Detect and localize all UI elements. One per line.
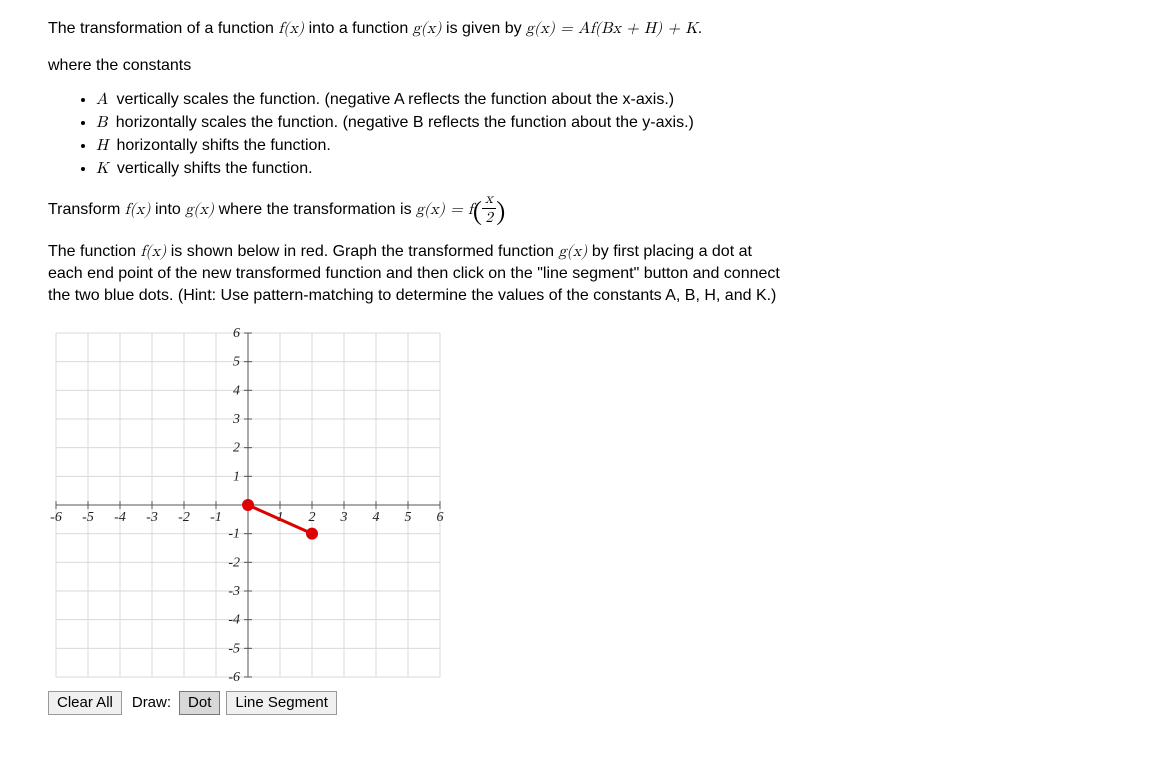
svg-text:-5: -5: [82, 510, 94, 525]
list-item: H horizontally shifts the function.: [96, 136, 1048, 157]
svg-text:4: 4: [233, 383, 240, 398]
text: into a function: [304, 20, 413, 37]
transform-paragraph: Transform f(x) into g(x) where the trans…: [48, 193, 1048, 226]
svg-text:-1: -1: [228, 526, 240, 541]
svg-text:-3: -3: [146, 510, 158, 525]
text: by first placing a dot at: [587, 243, 752, 260]
instructions-paragraph: The function f(x) is shown below in red.…: [48, 241, 1048, 307]
text: Transform: [48, 201, 125, 218]
dot-tool-button[interactable]: Dot: [179, 691, 220, 715]
list-item: B horizontally scales the function. (neg…: [96, 113, 1048, 134]
svg-text:-2: -2: [178, 510, 190, 525]
math-equation: g(x) = Af(Bx + H) + K: [526, 21, 698, 37]
svg-text:2: 2: [309, 510, 316, 525]
text: is shown below in red. Graph the transfo…: [166, 243, 558, 260]
svg-text:-5: -5: [228, 641, 240, 656]
svg-text:5: 5: [405, 510, 412, 525]
svg-text:-2: -2: [228, 555, 240, 570]
text: vertically scales the function. (negativ…: [112, 91, 674, 108]
math-fx: f(x): [125, 202, 151, 218]
svg-text:6: 6: [437, 510, 444, 525]
svg-text:-1: -1: [210, 510, 222, 525]
svg-text:-3: -3: [228, 584, 240, 599]
svg-text:3: 3: [340, 510, 348, 525]
fraction-den: 2: [482, 209, 496, 225]
text: each end point of the new transformed fu…: [48, 265, 780, 282]
fraction: x2: [482, 191, 496, 224]
svg-text:-6: -6: [50, 510, 62, 525]
var-K: K: [96, 161, 108, 177]
text: is given by: [442, 20, 526, 37]
svg-text:6: 6: [233, 326, 240, 341]
svg-text:2: 2: [233, 440, 240, 455]
close-paren-icon: ): [496, 201, 505, 227]
math-gx: g(x): [559, 244, 588, 260]
svg-text:3: 3: [232, 412, 240, 427]
text: horizontally scales the function. (negat…: [111, 114, 694, 131]
open-paren-icon: (: [473, 201, 482, 227]
var-H: H: [96, 138, 108, 154]
math-gx: g(x): [413, 21, 442, 37]
math-fx: f(x): [278, 21, 304, 37]
where-label: where the constants: [48, 55, 1048, 77]
svg-text:4: 4: [373, 510, 380, 525]
line-segment-tool-button[interactable]: Line Segment: [226, 691, 337, 715]
intro-paragraph: The transformation of a function f(x) in…: [48, 18, 1048, 41]
text: The transformation of a function: [48, 20, 278, 37]
svg-text:5: 5: [233, 354, 240, 369]
list-item: A vertically scales the function. (negat…: [96, 90, 1048, 111]
text: into: [151, 201, 186, 218]
var-B: B: [96, 115, 107, 131]
svg-text:1: 1: [233, 469, 240, 484]
fraction-num: x: [482, 191, 496, 208]
svg-text:-4: -4: [228, 612, 240, 627]
text: The function: [48, 243, 141, 260]
svg-text:-4: -4: [114, 510, 126, 525]
graph-canvas[interactable]: -6-5-4-3-2-1123456-6-5-4-3-2-1123456: [48, 325, 1048, 685]
list-item: K vertically shifts the function.: [96, 159, 1048, 180]
text: the two blue dots. (Hint: Use pattern-ma…: [48, 287, 776, 304]
var-A: A: [96, 92, 108, 108]
text: vertically shifts the function.: [112, 160, 312, 177]
text: .: [698, 20, 702, 37]
graph-toolbar: Clear All Draw: Dot Line Segment: [48, 691, 1048, 715]
math-gx: g(x): [185, 202, 214, 218]
math-fx: f(x): [141, 244, 167, 260]
svg-text:-6: -6: [228, 670, 240, 685]
draw-label: Draw:: [132, 694, 171, 711]
text: horizontally shifts the function.: [112, 137, 331, 154]
math-lhs: g(x) = f: [416, 202, 473, 218]
constants-list: A vertically scales the function. (negat…: [48, 90, 1048, 179]
text: where the transformation is: [214, 201, 416, 218]
clear-all-button[interactable]: Clear All: [48, 691, 122, 715]
